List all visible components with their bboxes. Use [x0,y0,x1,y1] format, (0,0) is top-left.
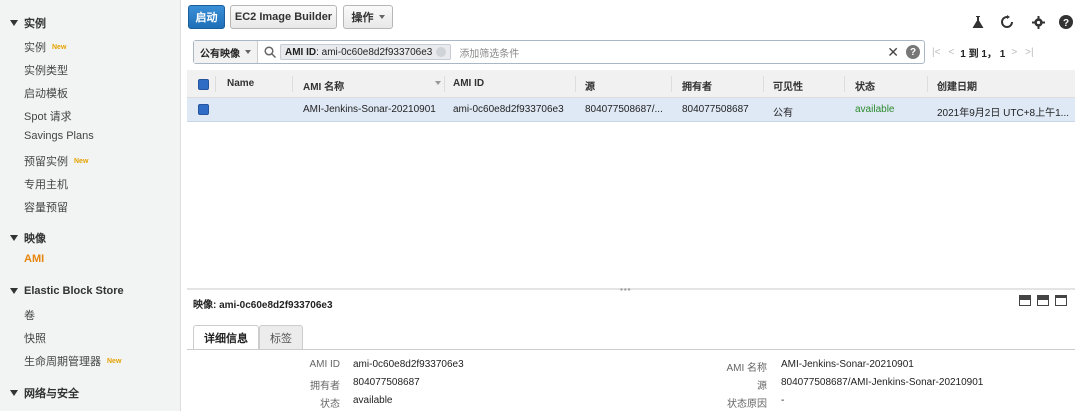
detail-label-source: 源 [757,381,767,392]
new-badge: New [52,43,67,51]
sidebar-item-reserved-instances[interactable]: 预留实例 New [24,153,88,169]
gear-icon[interactable] [1030,14,1046,30]
column-divider [215,76,216,92]
tab-details[interactable]: 详细信息 [193,325,259,349]
column-divider [292,76,293,92]
flask-icon[interactable] [970,14,986,30]
cell-status: available [855,104,895,115]
layout-split-icon[interactable] [1037,295,1049,306]
column-divider [927,76,928,92]
filter-help-icon[interactable]: ? [906,45,920,59]
column-divider [671,76,672,92]
next-page-icon[interactable]: > [1011,47,1017,58]
sidebar-item-snapshots[interactable]: 快照 [24,330,46,346]
column-header-name[interactable]: Name [227,78,254,89]
sidebar-section-ebs[interactable]: Elastic Block Store [10,285,124,297]
pagination: |< < 1 到 1， 1 > >| [932,43,1072,61]
cell-ami-id: ami-0c60e8d2f933706e3 [453,104,564,115]
actions-dropdown-button[interactable]: 操作 [343,5,393,29]
filter-scope-dropdown[interactable]: 公有映像 [194,41,258,63]
filter-input[interactable]: 添加筛选条件 [459,45,519,60]
column-header-created[interactable]: 创建日期 [937,78,977,93]
detail-value-ami-name: AMI-Jenkins-Sonar-20210901 [781,359,914,370]
sidebar: 实例 实例 New 实例类型 启动模板 Spot 请求 Savings Plans… [0,0,181,411]
sidebar-item-spot-requests[interactable]: Spot 请求 [24,108,72,124]
sidebar-item-ami[interactable]: AMI [24,253,44,265]
launch-button[interactable]: 启动 [188,5,225,29]
sidebar-section-images[interactable]: 映像 [10,230,46,246]
sidebar-section-instances[interactable]: 实例 [10,15,46,31]
resize-handle-icon[interactable]: ▪▪▪ [620,285,632,294]
detail-value-status-reason: - [781,395,785,406]
column-header-visibility[interactable]: 可见性 [773,78,803,93]
detail-label-status-reason: 状态原因 [727,399,767,410]
cell-source: 804077508687/... [585,104,663,115]
svg-text:?: ? [1063,18,1069,29]
filter-bar: 公有映像 AMI ID: ami-0c60e8d2f933706e3 添加筛选条… [193,40,925,64]
collapse-triangle-icon [10,390,18,396]
detail-label-ami-name: AMI 名称 [726,363,767,374]
new-badge: New [74,157,89,165]
column-header-ami-name[interactable]: AMI 名称 [303,78,344,93]
column-divider [763,76,764,92]
column-divider [844,76,845,92]
column-header-ami-id[interactable]: AMI ID [453,78,484,89]
layout-full-icon[interactable] [1055,295,1067,306]
sort-icon[interactable] [435,81,441,85]
search-icon [264,46,276,58]
detail-value-status: available [353,395,393,406]
sidebar-item-instance-types[interactable]: 实例类型 [24,62,68,78]
sidebar-item-capacity-reservations[interactable]: 容量预留 [24,199,68,215]
collapse-triangle-icon [10,235,18,241]
collapse-triangle-icon [10,288,18,294]
tab-divider [187,349,1075,350]
table-header: Name AMI 名称 AMI ID 源 拥有者 可见性 状态 创建日期 [187,70,1075,98]
cell-visibility: 公有 [773,108,793,119]
column-divider [575,76,576,92]
column-divider [444,76,445,92]
ec2-image-builder-button[interactable]: EC2 Image Builder [230,5,337,29]
column-header-status[interactable]: 状态 [855,78,875,93]
refresh-icon[interactable] [999,14,1015,30]
detail-label-status: 状态 [320,399,340,410]
detail-value-ami-id: ami-0c60e8d2f933706e3 [353,359,464,370]
tab-tags[interactable]: 标签 [259,325,303,349]
first-page-icon[interactable]: |< [932,47,940,58]
detail-panel-title: 映像: ami-0c60e8d2f933706e3 [193,300,333,311]
sidebar-item-instances[interactable]: 实例 New [24,39,66,55]
cell-owner: 804077508687 [682,104,749,115]
page-range-text: 1 到 1， 1 [960,48,1006,60]
column-header-source[interactable]: 源 [585,78,595,93]
detail-label-owner: 拥有者 [310,381,340,392]
sidebar-item-launch-templates[interactable]: 启动模板 [24,85,68,101]
sidebar-item-savings-plans[interactable]: Savings Plans [24,130,94,142]
filter-chip-ami-id[interactable]: AMI ID: ami-0c60e8d2f933706e3 [280,44,452,60]
new-badge: New [107,357,122,365]
sidebar-section-network-security[interactable]: 网络与安全 [10,385,79,401]
sidebar-item-volumes[interactable]: 卷 [24,307,35,323]
prev-page-icon[interactable]: < [948,47,954,58]
detail-label-ami-id: AMI ID [309,359,340,370]
collapse-triangle-icon [10,20,18,26]
layout-bottom-icon[interactable] [1019,295,1031,306]
row-checkbox[interactable] [198,104,209,115]
chevron-down-icon [245,50,251,54]
sidebar-item-lifecycle-manager[interactable]: 生命周期管理器 New [24,353,121,369]
cell-ami-name: AMI-Jenkins-Sonar-20210901 [303,104,436,115]
last-page-icon[interactable]: >| [1025,47,1033,58]
remove-chip-icon[interactable] [436,47,447,57]
select-all-checkbox[interactable] [198,79,209,90]
chevron-down-icon [378,15,385,19]
clear-filter-icon[interactable]: ✕ [887,44,899,61]
column-header-owner[interactable]: 拥有者 [682,78,712,93]
table-row[interactable]: AMI-Jenkins-Sonar-20210901 ami-0c60e8d2f… [187,98,1075,122]
detail-value-source: 804077508687/AMI-Jenkins-Sonar-20210901 [781,377,984,388]
help-icon[interactable]: ? [1058,14,1074,30]
sidebar-item-dedicated-hosts[interactable]: 专用主机 [24,176,68,192]
cell-created: 2021年9月2日 UTC+8上午1... [937,108,1069,119]
detail-value-owner: 804077508687 [353,377,420,388]
